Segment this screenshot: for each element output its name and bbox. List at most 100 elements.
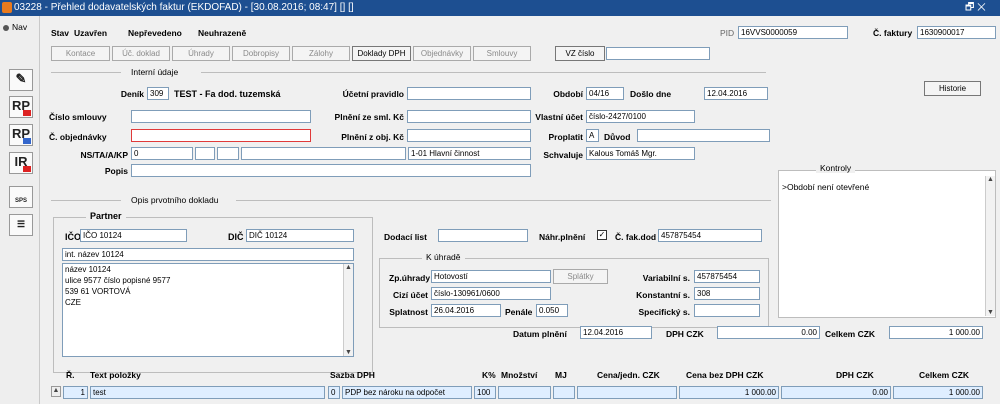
zp-uhrady-field[interactable]: Hotovostí	[431, 270, 551, 283]
nahr-plneni-checkbox[interactable]: ✓	[597, 230, 607, 240]
rp-button-1[interactable]: RP	[9, 96, 33, 118]
scroll-down-icon[interactable]: ▼	[344, 349, 353, 356]
app-logo-icon	[2, 2, 12, 13]
c-objednavky-field[interactable]	[131, 129, 311, 142]
window-controls[interactable]: 🗗 ✕	[965, 0, 986, 16]
ir-button[interactable]: IR	[9, 152, 33, 174]
kp-field[interactable]	[241, 147, 406, 160]
col-header-text: Text položky	[90, 370, 141, 380]
checklist-icon[interactable]: ☰	[9, 214, 33, 236]
plneni-obj-field[interactable]	[407, 129, 531, 142]
ta-field[interactable]	[195, 147, 215, 160]
schvaluje-field[interactable]: Kalous Tomáš Mgr.	[586, 147, 695, 160]
kontace-button[interactable]: Kontace	[51, 46, 110, 61]
objednavky-button[interactable]: Objednávky	[413, 46, 471, 61]
left-navigation: Nav ✎ RP RP IR SPS ☰	[0, 16, 40, 404]
row-sazba-cell[interactable]: PDP bez nároku na odpočet	[342, 386, 472, 399]
vz-cislo-button[interactable]: VZ číslo	[555, 46, 605, 61]
scroll-up-icon[interactable]: ▲	[52, 387, 60, 394]
sps-button[interactable]: SPS	[9, 186, 33, 208]
row-celkem-cell[interactable]: 1 000.00	[893, 386, 983, 399]
penale-field[interactable]: 0.050	[536, 304, 568, 317]
c-objednavky-label: Č. objednávky	[49, 132, 107, 142]
pid-field[interactable]: 16VVS0000059	[738, 26, 848, 39]
celkem-total-field[interactable]: 1 000.00	[889, 326, 983, 339]
kontroly-scrollbar[interactable]: ▲ ▼	[985, 176, 995, 316]
faktura-label: Č. faktury	[873, 28, 913, 38]
datum-plneni-field[interactable]: 12.04.2016	[580, 326, 652, 339]
vz-cislo-field[interactable]	[606, 47, 710, 60]
row-scroll-up[interactable]: ▲	[51, 386, 61, 397]
row-bez-dph-cell[interactable]: 1 000.00	[679, 386, 779, 399]
obdobi-label: Období	[553, 89, 583, 99]
flag-icon	[23, 166, 31, 172]
ico-label: IČO	[65, 232, 82, 242]
kp-name-field[interactable]: 1-01 Hlavní činnost	[408, 147, 531, 160]
uc-doklad-button[interactable]: Úč. doklad	[112, 46, 170, 61]
uhrady-button[interactable]: Úhrady	[172, 46, 230, 61]
main-panel: Stav Uzavřen Nepřevedeno Neuhrazeně PID …	[41, 16, 1000, 404]
cizi-ucet-field[interactable]: číslo-130961/0600	[431, 287, 551, 300]
interni-section-title: Interní údaje	[131, 67, 179, 77]
fak-dod-label: Č. fak.dod	[615, 232, 657, 242]
duvod-label: Důvod	[604, 132, 631, 142]
specificky-label: Specifický s.	[638, 307, 690, 317]
row-mj-cell[interactable]	[553, 386, 575, 399]
row-text-cell[interactable]: test	[90, 386, 325, 399]
int-nazev-field[interactable]: int. název 10124	[62, 248, 354, 261]
dic-field[interactable]: DIČ 10124	[246, 229, 354, 242]
splatky-button[interactable]: Splátky	[553, 269, 608, 284]
cislo-smlouvy-field[interactable]	[131, 110, 311, 123]
title-bar: 03228 - Přehled dodavatelských faktur (E…	[0, 0, 1000, 16]
variabilni-field[interactable]: 457875454	[694, 270, 760, 283]
row-mnozstvi-cell[interactable]	[498, 386, 551, 399]
row-sazba-code-cell[interactable]: 0	[328, 386, 340, 399]
vlastni-ucet-label: Vlastní účet	[535, 112, 583, 122]
dobropisy-button[interactable]: Dobropisy	[232, 46, 290, 61]
doslo-label: Došlo dne	[630, 89, 672, 99]
a-field[interactable]	[217, 147, 239, 160]
eraser-icon[interactable]: ✎	[9, 69, 33, 91]
scroll-up-icon[interactable]: ▲	[344, 264, 353, 271]
splatnost-field[interactable]: 26.04.2016	[431, 304, 501, 317]
celkem-total-label: Celkem CZK	[825, 329, 876, 339]
doklady-dph-button[interactable]: Doklady DPH	[352, 46, 411, 61]
obdobi-field[interactable]: 04/16	[586, 87, 624, 100]
nahr-plneni-label: Náhr.plnění	[539, 232, 586, 242]
historie-button[interactable]: Historie	[924, 81, 981, 96]
scroll-up-icon[interactable]: ▲	[986, 176, 995, 183]
konstantni-field[interactable]: 308	[694, 287, 760, 300]
vlastni-ucet-field[interactable]: číslo-2427/0100	[586, 110, 695, 123]
denik-name: TEST - Fa dod. tuzemská	[174, 89, 281, 99]
dph-total-field[interactable]: 0.00	[717, 326, 820, 339]
popis-field[interactable]	[131, 164, 531, 177]
specificky-field[interactable]	[694, 304, 760, 317]
row-number-cell[interactable]: 1	[63, 386, 88, 399]
address-box[interactable]: název 10124 ulice 9577 číslo popisné 957…	[62, 263, 354, 357]
faktura-field[interactable]: 1630900017	[917, 26, 996, 39]
doslo-field[interactable]: 12.04.2016	[704, 87, 768, 100]
ico-field[interactable]: IČO 10124	[80, 229, 187, 242]
fak-dod-field[interactable]: 457875454	[658, 229, 762, 242]
penale-label: Penále	[505, 307, 533, 317]
nav-radio-icon[interactable]	[3, 25, 9, 31]
ns-field[interactable]: 0	[131, 147, 193, 160]
zalohy-button[interactable]: Zálohy	[292, 46, 350, 61]
plneni-obj-label: Plnění z obj. Kč	[341, 132, 404, 142]
row-dph-cell[interactable]: 0.00	[781, 386, 891, 399]
duvod-field[interactable]	[637, 129, 770, 142]
address-scrollbar[interactable]: ▲ ▼	[343, 264, 353, 356]
kontroly-text: >Období není otevřené	[782, 182, 870, 192]
row-k-cell[interactable]: 100	[474, 386, 496, 399]
scroll-down-icon[interactable]: ▼	[986, 309, 995, 316]
dodaci-field[interactable]	[438, 229, 528, 242]
ucetni-pravidlo-field[interactable]	[407, 87, 531, 100]
row-cena-cell[interactable]	[577, 386, 677, 399]
col-header-cena: Cena/jedn. CZK	[597, 370, 660, 380]
proplatit-field[interactable]: A	[586, 129, 599, 142]
datum-plneni-label: Datum plnění	[513, 329, 567, 339]
rp-button-2[interactable]: RP	[9, 124, 33, 146]
plneni-sml-field[interactable]	[407, 110, 531, 123]
smlouvy-button[interactable]: Smlouvy	[473, 46, 531, 61]
denik-code-field[interactable]: 309	[147, 87, 169, 100]
